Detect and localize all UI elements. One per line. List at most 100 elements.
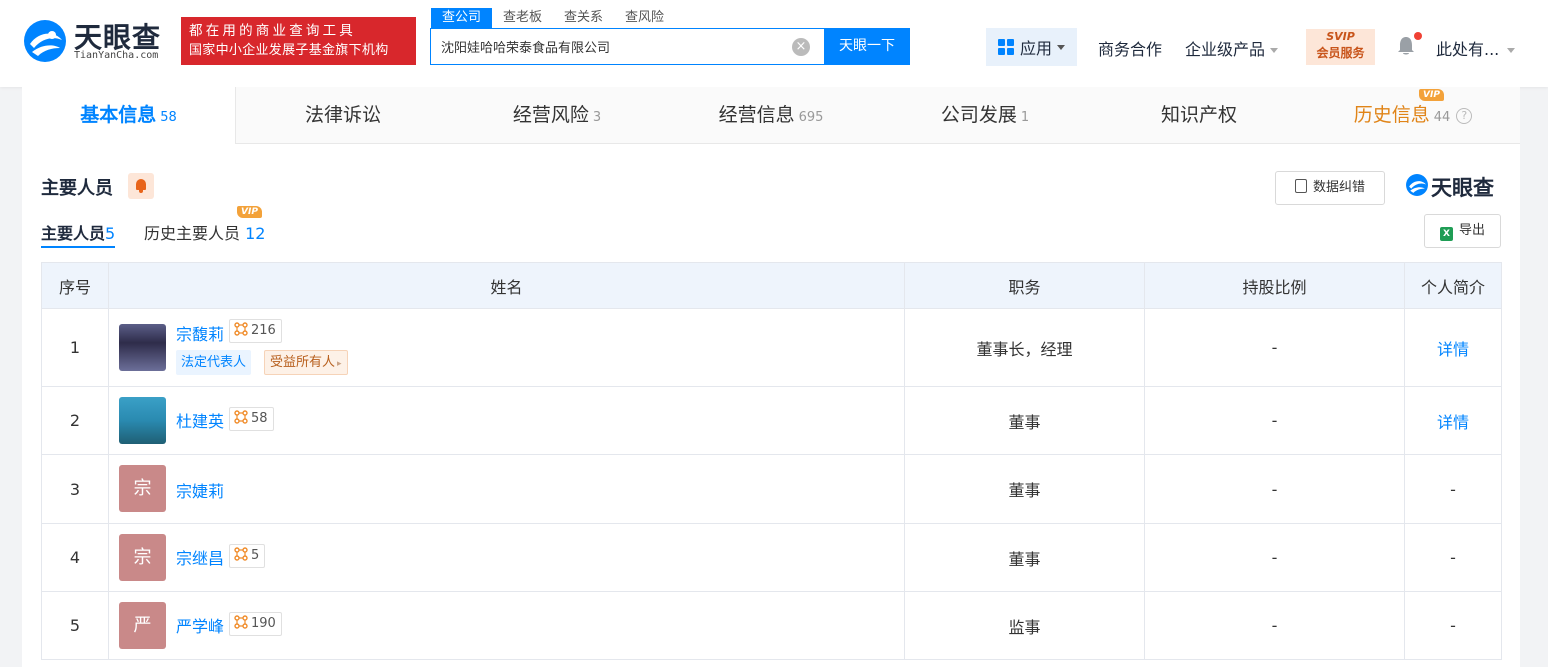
subtab-label: 主要人员 (41, 224, 106, 243)
eye-logo-icon (24, 20, 66, 62)
avatar[interactable] (119, 397, 166, 444)
relation-count-button[interactable]: 190 (229, 612, 282, 636)
share-cell: - (1144, 308, 1405, 387)
col-header-index: 序号 (41, 262, 109, 309)
tab-label: 经营风险 (512, 104, 589, 126)
top-header: 天眼查 TianYanCha.com 都在用的商业查询工具 国家中小企业发展子基… (0, 0, 1548, 87)
nav-enterprise-products[interactable]: 企业级产品 (1185, 36, 1279, 60)
export-button[interactable]: X 导出 (1424, 214, 1501, 248)
share-cell: - (1144, 386, 1405, 455)
slogan-banner: 都在用的商业查询工具 国家中小企业发展子基金旗下机构 (181, 17, 416, 65)
person-name-link[interactable]: 严学峰 (176, 613, 224, 637)
tab-label: 经营信息 (718, 104, 795, 126)
notification-bell-icon[interactable] (1397, 36, 1415, 56)
table-row: 2 杜建英 58 董事 - 详情 (41, 386, 1502, 455)
table-row: 3 宗 宗婕莉 董事 - - (41, 454, 1502, 524)
table-row: 1 宗馥莉 216 法定代表人 受益所有人 ▸ 董事长，经理 - 详情 (41, 308, 1502, 387)
avatar[interactable]: 严 (119, 602, 166, 649)
clear-icon[interactable]: × (792, 38, 810, 56)
user-menu[interactable]: 此处有... (1436, 36, 1516, 60)
tab-label: 知识产权 (1160, 104, 1237, 126)
bio-cell: 详情 (1404, 386, 1502, 455)
name-cell: 宗馥莉 216 法定代表人 受益所有人 ▸ (108, 308, 905, 387)
detail-link[interactable]: 详情 (1437, 340, 1469, 359)
tab-operating-risk[interactable]: 经营风险 3 (450, 87, 664, 144)
col-header-position: 职务 (904, 262, 1145, 309)
row-index: 4 (41, 523, 109, 592)
svip-label: SVIP (1326, 30, 1355, 43)
person-name-link[interactable]: 宗馥莉 (176, 321, 224, 345)
tab-label: 历史信息 (1353, 104, 1430, 126)
tab-company-development[interactable]: 公司发展 1 (878, 87, 1092, 144)
subtab-count: 5 (105, 224, 116, 243)
svip-member-button[interactable]: SVIP 会员服务 (1306, 29, 1375, 65)
relation-count: 5 (251, 548, 260, 563)
user-name: 此处有... (1436, 40, 1500, 59)
relation-graph-icon (234, 615, 248, 629)
legal-representative-tag: 法定代表人 (176, 350, 252, 375)
col-header-name: 姓名 (108, 262, 905, 309)
export-label: 导出 (1458, 223, 1485, 238)
chevron-down-icon (1507, 48, 1516, 53)
person-name-link[interactable]: 宗继昌 (176, 545, 224, 569)
avatar[interactable]: 宗 (119, 534, 166, 581)
apps-menu-button[interactable]: 应用 (986, 28, 1077, 66)
search-input[interactable] (441, 29, 791, 64)
relation-graph-icon (234, 410, 248, 424)
search-box: × (430, 28, 825, 65)
relation-count: 216 (251, 323, 276, 338)
detail-link[interactable]: 详情 (1437, 413, 1469, 432)
beneficial-owner-tag[interactable]: 受益所有人 ▸ (264, 350, 348, 375)
row-index: 5 (41, 591, 109, 660)
search-tab-risk[interactable]: 查风险 (614, 8, 675, 28)
row-index: 3 (41, 454, 109, 524)
subtab-main-personnel[interactable]: 主要人员5 (41, 220, 116, 248)
search-type-tabs: 查公司 查老板 查关系 查风险 (431, 8, 675, 28)
tab-label: 基本信息 (80, 104, 157, 126)
person-name-link[interactable]: 宗婕莉 (176, 478, 224, 502)
subtab-count: 12 (245, 224, 266, 243)
nav-business-cooperation[interactable]: 商务合作 (1098, 36, 1162, 60)
chevron-down-icon (1057, 44, 1065, 50)
tab-intellectual-property[interactable]: 知识产权 (1092, 87, 1306, 144)
row-index: 2 (41, 386, 109, 455)
tab-legal[interactable]: 法律诉讼 (236, 87, 450, 144)
data-correction-button[interactable]: 数据纠错 (1275, 171, 1385, 205)
share-cell: - (1144, 591, 1405, 660)
tab-count: 695 (798, 110, 824, 125)
chevron-right-icon: ▸ (337, 359, 342, 369)
position-cell: 董事 (904, 454, 1145, 524)
tab-operating-info[interactable]: 经营信息 695 (664, 87, 878, 144)
help-icon[interactable]: ? (1456, 107, 1473, 124)
position-cell: 董事长，经理 (904, 308, 1145, 387)
avatar[interactable]: 宗 (119, 465, 166, 512)
apps-grid-icon (997, 39, 1014, 55)
section-title: 主要人员 (41, 178, 113, 199)
tab-history-info[interactable]: 历史信息 44? (1306, 87, 1520, 144)
bio-cell: 详情 (1404, 308, 1502, 387)
tianyancha-logo[interactable]: 天眼查 TianYanCha.com (22, 16, 172, 66)
position-cell: 监事 (904, 591, 1145, 660)
tab-count: 3 (592, 110, 602, 125)
search-tab-boss[interactable]: 查老板 (492, 8, 553, 28)
avatar[interactable] (119, 324, 166, 371)
relation-count-button[interactable]: 5 (229, 544, 266, 568)
row-index: 1 (41, 308, 109, 387)
relation-count-button[interactable]: 58 (229, 407, 274, 431)
table-row: 4 宗 宗继昌 5 董事 - - (41, 523, 1502, 592)
eye-logo-icon (1406, 174, 1428, 196)
data-correction-label: 数据纠错 (1312, 180, 1365, 195)
person-name-link[interactable]: 杜建英 (176, 408, 224, 432)
logo-domain: TianYanCha.com (74, 50, 159, 61)
search-tab-relation[interactable]: 查关系 (553, 8, 614, 28)
slogan-line-2: 国家中小企业发展子基金旗下机构 (189, 43, 389, 58)
notification-dot (1414, 32, 1422, 40)
relation-count-button[interactable]: 216 (229, 319, 282, 343)
search-tab-company[interactable]: 查公司 (431, 8, 493, 28)
search-button[interactable]: 天眼一下 (824, 28, 910, 65)
relation-graph-icon (234, 322, 248, 336)
tab-basic-info[interactable]: 基本信息 58 (22, 87, 236, 144)
subtab-history-personnel[interactable]: 历史主要人员 12 (144, 220, 265, 248)
monitor-alert-icon[interactable] (128, 173, 154, 199)
company-detail-card: 基本信息 58 法律诉讼 经营风险 3 经营信息 695 公司发展 1 知识产权 历史信… (22, 87, 1520, 667)
